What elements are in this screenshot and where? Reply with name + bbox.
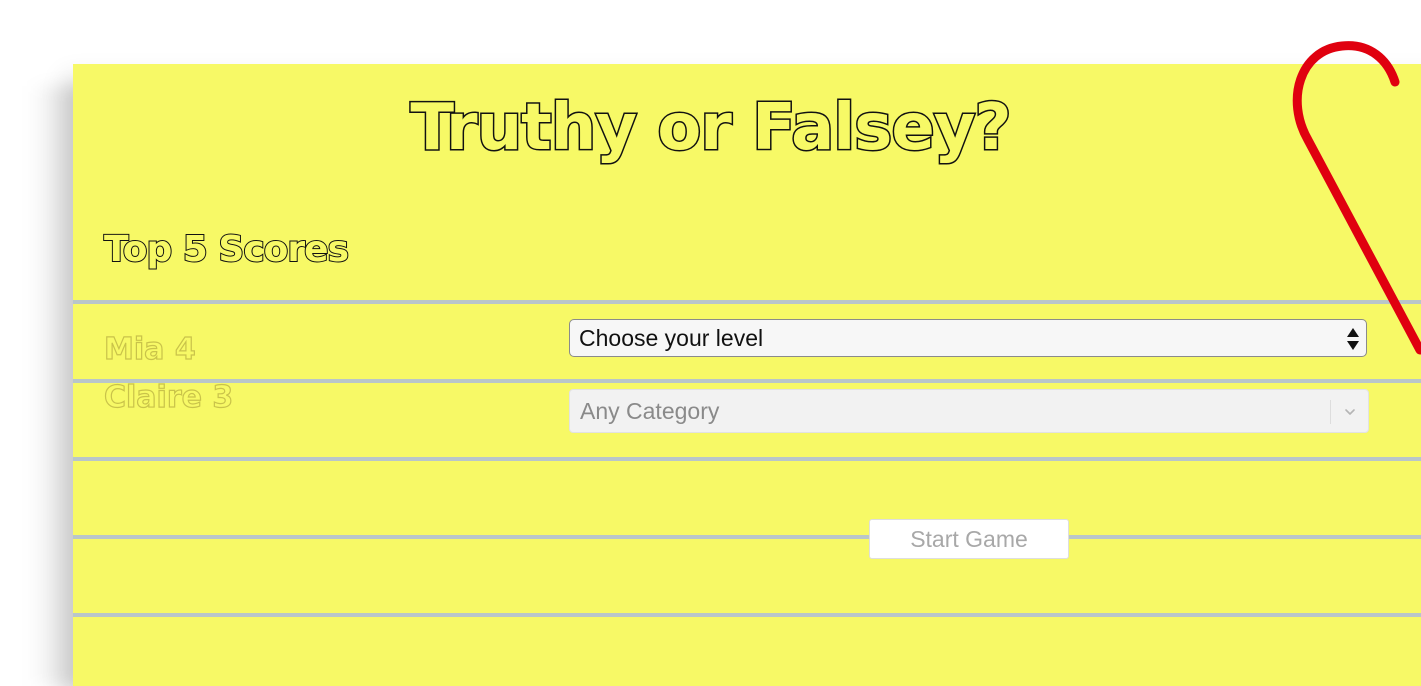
start-game-button[interactable]: Start Game	[869, 519, 1069, 559]
level-select-value: Choose your level	[579, 324, 764, 351]
page: Truthy or Falsey? Top 5 Scores Mia 4 Cla…	[0, 0, 1421, 686]
level-select[interactable]: Choose your level	[569, 319, 1367, 357]
updown-arrows-icon	[1347, 328, 1359, 350]
category-select-value: Any Category	[580, 397, 720, 424]
rule-line	[73, 535, 1421, 539]
score-entry: Claire 3	[103, 379, 234, 415]
rule-line	[73, 457, 1421, 461]
category-select[interactable]: Any Category	[569, 389, 1369, 433]
score-list: Mia 4 Claire 3	[103, 326, 234, 422]
scores-heading: Top 5 Scores	[103, 228, 350, 271]
rule-line	[73, 379, 1421, 383]
select-divider	[1330, 400, 1331, 424]
chevron-down-icon	[1345, 409, 1355, 415]
rule-line	[73, 613, 1421, 617]
rule-line	[73, 300, 1421, 304]
page-title: Truthy or Falsey?	[409, 90, 1013, 167]
score-entry: Mia 4	[103, 331, 196, 367]
